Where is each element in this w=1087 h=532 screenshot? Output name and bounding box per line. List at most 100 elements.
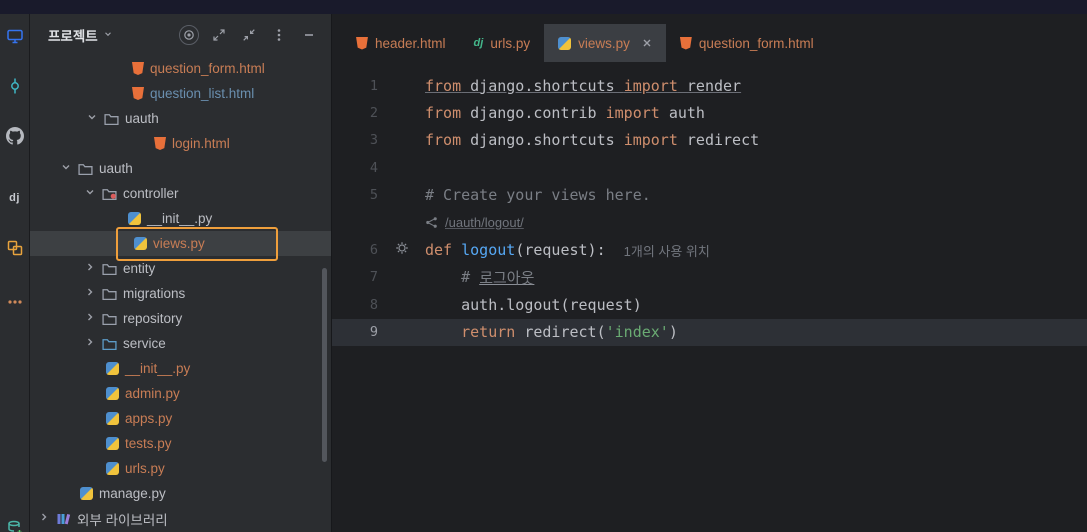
line-number: 8 <box>369 296 378 313</box>
tree-item-entity[interactable]: entity <box>30 256 331 281</box>
project-panel-header: 프로젝트 <box>30 14 331 56</box>
tree-item-question-form-html[interactable]: question_form.html <box>30 56 331 81</box>
line-number: 9 <box>369 324 378 341</box>
more-tools-icon[interactable] <box>3 290 27 314</box>
tab-label: header.html <box>375 35 446 51</box>
gear-gutter-icon[interactable] <box>395 241 409 259</box>
panel-scrollbar[interactable] <box>322 268 327 462</box>
tree-item-label: login.html <box>172 136 230 151</box>
tree-item-uauth-app[interactable]: uauth <box>30 156 331 181</box>
code-line-2: 2 from django.contrib import auth <box>332 99 1087 126</box>
close-icon[interactable] <box>642 38 652 48</box>
folder-icon <box>102 337 117 350</box>
folder-icon <box>102 262 117 275</box>
usage-count-inlay[interactable]: 1개의 사용 위치 <box>624 241 710 260</box>
editor-area: header.html dj urls.py views.py question… <box>332 14 1087 532</box>
url-inlay-row: /uauth/logout/ <box>332 209 1087 236</box>
tree-item-label: question_list.html <box>150 86 255 101</box>
tree-item-manage-py[interactable]: manage.py <box>30 481 331 506</box>
tab-label: question_form.html <box>698 35 814 51</box>
tree-item-label: question_form.html <box>150 61 265 76</box>
chevron-down-icon[interactable] <box>86 111 98 126</box>
tree-item-init-controller[interactable]: __init__.py <box>30 206 331 231</box>
tree-item-label: controller <box>123 186 179 201</box>
tree-item-service[interactable]: service <box>30 331 331 356</box>
chevron-down-icon[interactable] <box>84 186 96 201</box>
chevron-right-icon[interactable] <box>84 286 96 301</box>
python-file-icon <box>106 387 119 400</box>
editor-tab-bar: header.html dj urls.py views.py question… <box>332 14 1087 62</box>
chevron-right-icon[interactable] <box>84 311 96 326</box>
commit-icon[interactable] <box>3 74 27 98</box>
tree-item-controller[interactable]: controller <box>30 181 331 206</box>
hide-panel-icon[interactable] <box>299 25 319 45</box>
tree-item-question-list-html[interactable]: question_list.html <box>30 81 331 106</box>
code-editor[interactable]: 1 from django.shortcuts import render 2 … <box>332 62 1087 532</box>
tree-item-uauth-templates[interactable]: uauth <box>30 106 331 131</box>
tree-item-login-html[interactable]: login.html <box>30 131 331 156</box>
chevron-right-icon[interactable] <box>84 336 96 351</box>
tree-item-label: views.py <box>153 236 205 251</box>
python-file-icon <box>106 437 119 450</box>
tab-question-form-html[interactable]: question_form.html <box>666 24 828 62</box>
python-file-icon <box>134 237 147 250</box>
chevron-right-icon[interactable] <box>38 511 50 526</box>
expand-icon[interactable] <box>209 25 229 45</box>
tab-views-py[interactable]: views.py <box>544 24 666 62</box>
structure-icon[interactable] <box>3 236 27 260</box>
tab-header-html[interactable]: header.html <box>342 24 460 62</box>
code-line-1: 1 from django.shortcuts import render <box>332 72 1087 99</box>
tree-item-label: apps.py <box>125 411 173 426</box>
tree-item-init-app[interactable]: __init__.py <box>30 356 331 381</box>
kebab-menu-icon[interactable] <box>269 25 289 45</box>
tree-item-external-libraries[interactable]: 외부 라이브러리 <box>30 506 331 531</box>
tree-item-label: repository <box>123 311 183 326</box>
collapse-icon[interactable] <box>239 25 259 45</box>
folder-icon <box>78 162 93 175</box>
python-file-icon <box>106 362 119 375</box>
chevron-right-icon[interactable] <box>84 261 96 276</box>
tab-label: views.py <box>578 35 630 51</box>
monitor-icon[interactable] <box>3 24 27 48</box>
locate-target-icon[interactable] <box>179 25 199 45</box>
code-line-5: 5 # Create your views here. <box>332 182 1087 209</box>
tree-item-views-py[interactable]: views.py <box>30 231 331 256</box>
python-file-icon <box>558 36 572 50</box>
django-tool-icon[interactable]: dj <box>3 186 27 210</box>
tree-item-tests-py[interactable]: tests.py <box>30 431 331 456</box>
chevron-down-icon[interactable] <box>60 161 72 176</box>
code-line-8: 8 auth.logout(request) <box>332 291 1087 318</box>
html-file-icon <box>154 137 166 150</box>
titlebar <box>0 0 1087 14</box>
tab-label: urls.py <box>490 35 531 51</box>
tree-item-admin-py[interactable]: admin.py <box>30 381 331 406</box>
database-add-icon[interactable] <box>3 516 27 532</box>
tree-item-repository[interactable]: repository <box>30 306 331 331</box>
line-number: 1 <box>369 77 378 94</box>
tree-item-migrations[interactable]: migrations <box>30 281 331 306</box>
tree-item-apps-py[interactable]: apps.py <box>30 406 331 431</box>
tree-item-urls-py[interactable]: urls.py <box>30 456 331 481</box>
library-icon <box>56 512 71 526</box>
python-file-icon <box>80 487 93 500</box>
share-icon <box>425 216 438 229</box>
activity-bar: dj <box>0 14 30 532</box>
project-tree: question_form.html question_list.html ua… <box>30 56 331 532</box>
ide-window: dj 프로젝트 question_form.html question_list… <box>0 0 1087 532</box>
line-number: 7 <box>369 269 378 286</box>
tree-item-label: __init__.py <box>125 361 191 376</box>
tree-item-label: tests.py <box>125 436 172 451</box>
project-panel-title[interactable]: 프로젝트 <box>48 25 98 45</box>
html-file-icon <box>132 87 144 100</box>
github-icon[interactable] <box>3 124 27 148</box>
project-panel: 프로젝트 question_form.html question_list.ht… <box>30 14 332 532</box>
tab-urls-py[interactable]: dj urls.py <box>460 24 545 62</box>
code-line-6: 6 def logout (request): 1개의 사용 위치 <box>332 236 1087 263</box>
line-number: 2 <box>369 105 378 122</box>
chevron-down-icon[interactable] <box>103 26 113 44</box>
url-mapping-inlay[interactable]: /uauth/logout/ <box>445 215 524 230</box>
tree-item-label: urls.py <box>125 461 165 476</box>
tree-item-label: uauth <box>125 111 159 126</box>
tree-item-label: uauth <box>99 161 133 176</box>
tree-item-label: __init__.py <box>147 211 213 226</box>
